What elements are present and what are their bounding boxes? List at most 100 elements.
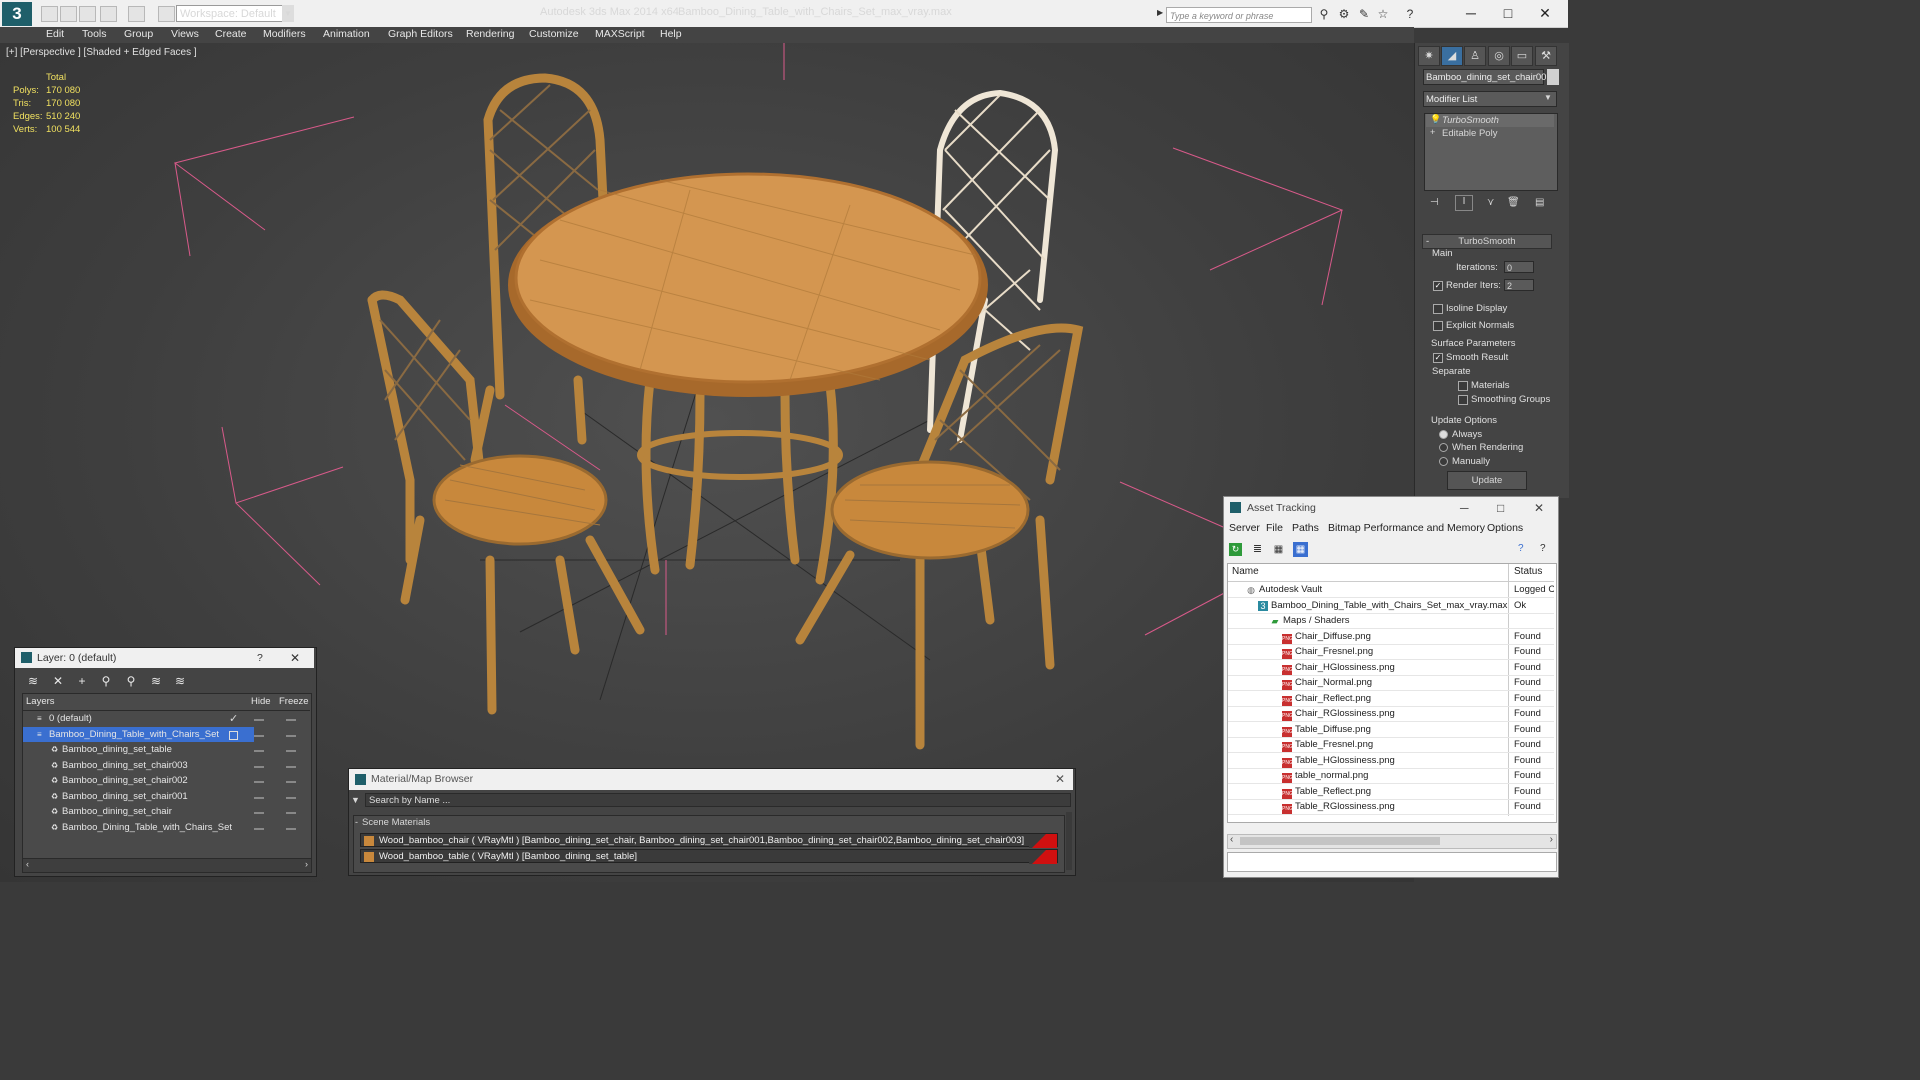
select-layer-icon[interactable]: ⚲ bbox=[122, 673, 140, 689]
thumbnail-view-icon[interactable]: ▦ bbox=[1272, 543, 1285, 556]
asset-row[interactable]: ◍ Autodesk Vault bbox=[1228, 582, 1554, 598]
remove-modifier-icon[interactable]: 🗑 bbox=[1507, 197, 1520, 208]
stack-item-turbosmooth[interactable]: TurboSmooth bbox=[1426, 114, 1554, 127]
collapse-minus-icon[interactable]: - bbox=[1426, 236, 1429, 247]
material-item[interactable]: Wood_bamboo_chair ( VRayMtl ) [Bamboo_di… bbox=[360, 833, 1058, 848]
hierarchy-tab-icon[interactable]: ♙ bbox=[1464, 46, 1486, 66]
select-objects-icon[interactable]: ⚲ bbox=[97, 673, 115, 689]
options-menu-icon[interactable]: ▼ bbox=[351, 795, 360, 805]
help-icon[interactable]: ? bbox=[1403, 7, 1417, 21]
scene-materials-label[interactable]: Scene Materials bbox=[362, 817, 430, 828]
chevron-down-icon[interactable]: ▼ bbox=[1544, 93, 1552, 102]
asset-row[interactable]: PNG Chair_HGlossiness.png bbox=[1228, 660, 1554, 676]
turbosmooth-rollout-header[interactable]: TurboSmooth bbox=[1422, 234, 1552, 249]
menu-customize[interactable]: Customize bbox=[529, 28, 579, 40]
communication-icon[interactable]: ✎ bbox=[1357, 7, 1371, 21]
hide-unhide-all-icon[interactable]: ≋ bbox=[171, 673, 189, 689]
stack-item-editable-poly[interactable]: Editable Poly bbox=[1426, 127, 1554, 140]
freeze-toggle[interactable] bbox=[286, 750, 296, 752]
modify-tab-icon[interactable]: ◢ bbox=[1441, 46, 1463, 66]
horizontal-scrollbar[interactable]: ‹ › bbox=[1227, 834, 1557, 849]
hide-toggle[interactable] bbox=[254, 735, 264, 737]
scroll-right-icon[interactable]: › bbox=[1550, 834, 1553, 845]
layer-row-selected[interactable]: ≡ Bamboo_Dining_Table_with_Chairs_Set bbox=[23, 727, 254, 742]
object-row[interactable]: ♻ Bamboo_dining_set_chair003 bbox=[23, 758, 267, 773]
asset-row[interactable]: PNG table_normal.png bbox=[1228, 768, 1554, 784]
hide-toggle[interactable] bbox=[254, 750, 264, 752]
save-file-icon[interactable] bbox=[79, 6, 96, 22]
asset-row[interactable]: PNG Chair_Diffuse.png bbox=[1228, 629, 1554, 645]
smooth-result-checkbox[interactable]: ✓ bbox=[1433, 353, 1443, 363]
asset-menu-options[interactable]: Options bbox=[1487, 522, 1523, 534]
open-file-icon[interactable] bbox=[60, 6, 77, 22]
object-color-swatch[interactable] bbox=[1547, 69, 1559, 85]
help-icon[interactable]: ? bbox=[1518, 543, 1524, 554]
create-layer-icon[interactable]: ≋ bbox=[24, 673, 42, 689]
undo-icon[interactable] bbox=[100, 6, 117, 22]
redo-icon[interactable] bbox=[128, 6, 145, 22]
show-end-result-icon[interactable]: I bbox=[1455, 195, 1473, 211]
object-row[interactable]: ♻ Bamboo_dining_set_chair002 bbox=[23, 773, 267, 788]
maximize-icon[interactable]: □ bbox=[1497, 497, 1504, 519]
scroll-left-icon[interactable]: ‹ bbox=[1230, 834, 1233, 845]
subscription-icon[interactable]: ⚙ bbox=[1337, 7, 1351, 21]
asset-row[interactable]: PNG Table_HGlossiness.png bbox=[1228, 753, 1554, 769]
menu-rendering[interactable]: Rendering bbox=[466, 28, 514, 40]
layers-column-header[interactable]: Layers bbox=[26, 696, 55, 707]
menu-animation[interactable]: Animation bbox=[323, 28, 370, 40]
workspace-dropdown[interactable]: Workspace: Default bbox=[176, 5, 294, 22]
render-iters-spinner[interactable]: 2 bbox=[1504, 279, 1534, 291]
freeze-toggle[interactable] bbox=[286, 828, 296, 830]
isoline-display-checkbox[interactable] bbox=[1433, 304, 1443, 314]
object-name-field[interactable]: Bamboo_dining_set_chair001 bbox=[1423, 69, 1552, 85]
menu-edit[interactable]: Edit bbox=[46, 28, 64, 40]
asset-row[interactable]: PNG Chair_Normal.png bbox=[1228, 675, 1554, 691]
motion-tab-icon[interactable]: ◎ bbox=[1488, 46, 1510, 66]
app-logo-button[interactable]: 3 bbox=[2, 2, 32, 26]
scroll-right-icon[interactable]: › bbox=[305, 859, 308, 869]
collapse-minus-icon[interactable]: - bbox=[355, 817, 358, 827]
refresh-icon[interactable]: ↻ bbox=[1229, 543, 1242, 556]
name-column-header[interactable]: Name bbox=[1232, 566, 1259, 577]
menu-group[interactable]: Group bbox=[124, 28, 153, 40]
vertical-scrollbar[interactable] bbox=[1066, 812, 1072, 870]
asset-row[interactable]: PNG Table_Reflect.png bbox=[1228, 784, 1554, 800]
explicit-normals-checkbox[interactable] bbox=[1433, 321, 1443, 331]
render-iters-checkbox[interactable]: ✓ bbox=[1433, 281, 1443, 291]
menu-maxscript[interactable]: MAXScript bbox=[595, 28, 645, 40]
manually-radio[interactable] bbox=[1439, 457, 1448, 466]
asset-tracking-titlebar[interactable]: Asset Tracking ─ □ ✕ bbox=[1224, 497, 1556, 519]
freeze-toggle[interactable] bbox=[286, 797, 296, 799]
hide-toggle[interactable] bbox=[254, 766, 264, 768]
object-row[interactable]: ♻ Bamboo_Dining_Table_with_Chairs_Set bbox=[23, 820, 267, 835]
asset-row[interactable]: ▰ Maps / Shaders bbox=[1228, 613, 1554, 629]
object-row[interactable]: ♻ Bamboo_dining_set_chair bbox=[23, 804, 267, 819]
asset-menu-server[interactable]: Server bbox=[1229, 522, 1260, 534]
menu-create[interactable]: Create bbox=[215, 28, 247, 40]
status-column-header[interactable]: Status bbox=[1514, 566, 1542, 577]
close-icon[interactable]: ✕ bbox=[1055, 769, 1065, 790]
viewport-label[interactable]: [+] [Perspective ] [Shaded + Edged Faces… bbox=[6, 47, 197, 58]
asset-row[interactable]: PNG Chair_Reflect.png bbox=[1228, 691, 1554, 707]
material-search-input[interactable]: Search by Name ... bbox=[365, 793, 1071, 807]
asset-menu-paths[interactable]: Paths bbox=[1292, 522, 1319, 534]
scrollbar-thumb[interactable] bbox=[1240, 837, 1440, 845]
make-unique-icon[interactable]: ⋎ bbox=[1487, 197, 1494, 208]
asset-row[interactable]: PNG Chair_RGlossiness.png bbox=[1228, 706, 1554, 722]
menu-views[interactable]: Views bbox=[171, 28, 199, 40]
maximize-icon[interactable]: □ bbox=[1493, 3, 1523, 23]
asset-row[interactable]: 3 Bamboo_Dining_Table_with_Chairs_Set_max… bbox=[1228, 598, 1554, 614]
set-current-layer-icon[interactable]: ≋ bbox=[147, 673, 165, 689]
quick-help-icon[interactable]: ? bbox=[1540, 543, 1546, 554]
delete-layer-icon[interactable]: ✕ bbox=[49, 673, 67, 689]
menu-help[interactable]: Help bbox=[660, 28, 682, 40]
menu-graph-editors[interactable]: Graph Editors bbox=[388, 28, 453, 40]
freeze-toggle[interactable] bbox=[286, 735, 296, 737]
iterations-spinner[interactable]: 0 bbox=[1504, 261, 1534, 273]
modifier-list-dropdown[interactable]: Modifier List bbox=[1423, 91, 1557, 107]
minimize-icon[interactable]: ─ bbox=[1460, 497, 1469, 519]
always-radio[interactable] bbox=[1439, 430, 1448, 439]
material-item[interactable]: Wood_bamboo_table ( VRayMtl ) [Bamboo_di… bbox=[360, 849, 1058, 864]
asset-row[interactable]: PNG Table_Fresnel.png bbox=[1228, 737, 1554, 753]
object-row[interactable]: ♻ Bamboo_dining_set_table bbox=[23, 742, 267, 757]
